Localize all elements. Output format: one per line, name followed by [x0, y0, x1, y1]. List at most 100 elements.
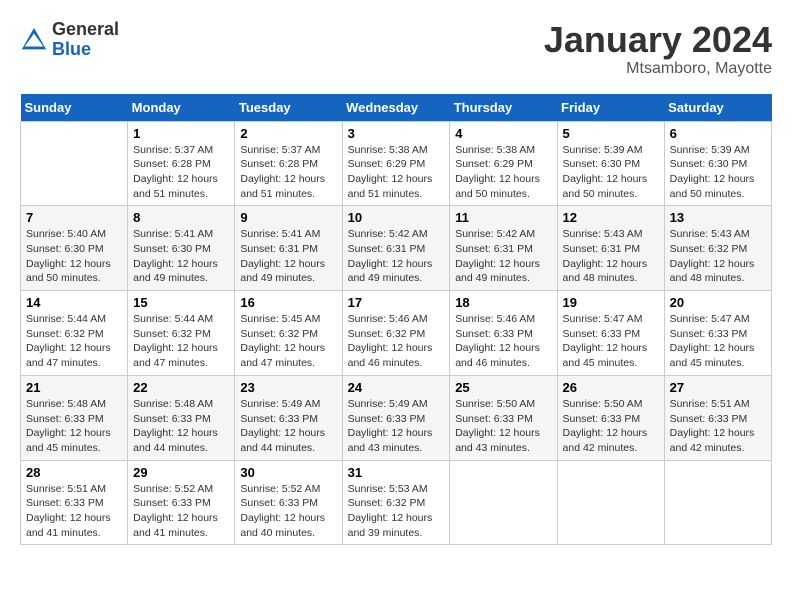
day-number: 18: [455, 295, 551, 310]
day-number: 23: [240, 380, 336, 395]
day-number: 11: [455, 210, 551, 225]
logo-text: General Blue: [52, 20, 119, 60]
calendar-cell: 8Sunrise: 5:41 AM Sunset: 6:30 PM Daylig…: [128, 206, 235, 291]
col-header-thursday: Thursday: [450, 94, 557, 122]
day-number: 21: [26, 380, 122, 395]
day-info: Sunrise: 5:47 AM Sunset: 6:33 PM Dayligh…: [563, 312, 659, 371]
calendar-cell: 3 Sunrise: 5:38 AM Sunset: 6:29 PM Daylig…: [342, 121, 450, 206]
day-info: Sunrise: 5:40 AM Sunset: 6:30 PM Dayligh…: [26, 227, 122, 286]
logo-icon: [20, 26, 48, 54]
day-info: Sunrise: 5:49 AM Sunset: 6:33 PM Dayligh…: [348, 397, 445, 456]
day-number: 30: [240, 465, 336, 480]
calendar-cell: 31 Sunrise: 5:53 AM Sunset: 6:32 PM Dayli…: [342, 460, 450, 545]
day-number: 24: [348, 380, 445, 395]
day-info: Sunrise: 5:39 AM Sunset: 6:30 PM Dayligh…: [670, 143, 766, 202]
day-number: 2: [240, 126, 336, 141]
day-info: Sunrise: 5:46 AM Sunset: 6:32 PM Dayligh…: [348, 312, 445, 371]
day-info: Sunrise: 5:44 AM Sunset: 6:32 PM Dayligh…: [26, 312, 122, 371]
calendar-cell: 25 Sunrise: 5:50 AM Sunset: 6:33 PM Dayli…: [450, 375, 557, 460]
calendar-cell: 27 Sunrise: 5:51 AM Sunset: 6:33 PM Dayli…: [664, 375, 771, 460]
calendar-cell: 6 Sunrise: 5:39 AM Sunset: 6:30 PM Daylig…: [664, 121, 771, 206]
day-info: Sunrise: 5:44 AM Sunset: 6:32 PM Dayligh…: [133, 312, 229, 371]
logo-general: General: [52, 20, 119, 40]
header-row: SundayMondayTuesdayWednesdayThursdayFrid…: [21, 94, 772, 122]
calendar-cell: 4 Sunrise: 5:38 AM Sunset: 6:29 PM Daylig…: [450, 121, 557, 206]
day-info: Sunrise: 5:38 AM Sunset: 6:29 PM Dayligh…: [455, 143, 551, 202]
calendar-cell: 9Sunrise: 5:41 AM Sunset: 6:31 PM Daylig…: [235, 206, 342, 291]
col-header-saturday: Saturday: [664, 94, 771, 122]
calendar-cell: 20 Sunrise: 5:47 AM Sunset: 6:33 PM Dayli…: [664, 291, 771, 376]
day-number: 5: [563, 126, 659, 141]
day-info: Sunrise: 5:50 AM Sunset: 6:33 PM Dayligh…: [455, 397, 551, 456]
month-title: January 2024: [544, 20, 772, 60]
day-number: 13: [670, 210, 766, 225]
week-row-2: 7 Sunrise: 5:40 AM Sunset: 6:30 PM Daylig…: [21, 206, 772, 291]
calendar-cell: 7 Sunrise: 5:40 AM Sunset: 6:30 PM Daylig…: [21, 206, 128, 291]
day-info: Sunrise: 5:42 AM Sunset: 6:31 PM Dayligh…: [455, 227, 551, 286]
day-number: 15: [133, 295, 229, 310]
day-info: Sunrise: 5:38 AM Sunset: 6:29 PM Dayligh…: [348, 143, 445, 202]
calendar-cell: 2 Sunrise: 5:37 AM Sunset: 6:28 PM Daylig…: [235, 121, 342, 206]
day-info: Sunrise: 5:51 AM Sunset: 6:33 PM Dayligh…: [670, 397, 766, 456]
day-info: Sunrise: 5:53 AM Sunset: 6:32 PM Dayligh…: [348, 482, 445, 541]
day-info: Sunrise: 5:50 AM Sunset: 6:33 PM Dayligh…: [563, 397, 659, 456]
day-number: 10: [348, 210, 445, 225]
day-number: 7: [26, 210, 122, 225]
day-number: 27: [670, 380, 766, 395]
day-number: 14: [26, 295, 122, 310]
day-number: 25: [455, 380, 551, 395]
calendar-cell: [450, 460, 557, 545]
day-info: Sunrise: 5:37 AM Sunset: 6:28 PM Dayligh…: [240, 143, 336, 202]
logo: General Blue: [20, 20, 119, 60]
col-header-monday: Monday: [128, 94, 235, 122]
calendar-cell: 21 Sunrise: 5:48 AM Sunset: 6:33 PM Dayli…: [21, 375, 128, 460]
week-row-5: 28 Sunrise: 5:51 AM Sunset: 6:33 PM Dayli…: [21, 460, 772, 545]
day-info: Sunrise: 5:45 AM Sunset: 6:32 PM Dayligh…: [240, 312, 336, 371]
day-info: Sunrise: 5:37 AM Sunset: 6:28 PM Dayligh…: [133, 143, 229, 202]
calendar-cell: 29Sunrise: 5:52 AM Sunset: 6:33 PM Dayli…: [128, 460, 235, 545]
title-section: January 2024 Mtsamboro, Mayotte: [544, 20, 772, 78]
day-info: Sunrise: 5:43 AM Sunset: 6:32 PM Dayligh…: [670, 227, 766, 286]
day-number: 19: [563, 295, 659, 310]
calendar-cell: [557, 460, 664, 545]
calendar-cell: 12Sunrise: 5:43 AM Sunset: 6:31 PM Dayli…: [557, 206, 664, 291]
col-header-tuesday: Tuesday: [235, 94, 342, 122]
calendar-table: SundayMondayTuesdayWednesdayThursdayFrid…: [20, 94, 772, 546]
calendar-cell: [21, 121, 128, 206]
calendar-cell: 15 Sunrise: 5:44 AM Sunset: 6:32 PM Dayli…: [128, 291, 235, 376]
calendar-cell: 22Sunrise: 5:48 AM Sunset: 6:33 PM Dayli…: [128, 375, 235, 460]
calendar-cell: 18Sunrise: 5:46 AM Sunset: 6:33 PM Dayli…: [450, 291, 557, 376]
calendar-cell: 24 Sunrise: 5:49 AM Sunset: 6:33 PM Dayli…: [342, 375, 450, 460]
day-number: 31: [348, 465, 445, 480]
day-number: 6: [670, 126, 766, 141]
calendar-header: SundayMondayTuesdayWednesdayThursdayFrid…: [21, 94, 772, 122]
day-number: 28: [26, 465, 122, 480]
day-number: 9: [240, 210, 336, 225]
calendar-cell: 17 Sunrise: 5:46 AM Sunset: 6:32 PM Dayli…: [342, 291, 450, 376]
day-info: Sunrise: 5:42 AM Sunset: 6:31 PM Dayligh…: [348, 227, 445, 286]
day-number: 8: [133, 210, 229, 225]
calendar-cell: 11 Sunrise: 5:42 AM Sunset: 6:31 PM Dayli…: [450, 206, 557, 291]
calendar-cell: 10 Sunrise: 5:42 AM Sunset: 6:31 PM Dayli…: [342, 206, 450, 291]
day-number: 12: [563, 210, 659, 225]
calendar-cell: 5Sunrise: 5:39 AM Sunset: 6:30 PM Daylig…: [557, 121, 664, 206]
day-info: Sunrise: 5:51 AM Sunset: 6:33 PM Dayligh…: [26, 482, 122, 541]
day-number: 4: [455, 126, 551, 141]
week-row-1: 1Sunrise: 5:37 AM Sunset: 6:28 PM Daylig…: [21, 121, 772, 206]
day-info: Sunrise: 5:48 AM Sunset: 6:33 PM Dayligh…: [26, 397, 122, 456]
calendar-cell: 16Sunrise: 5:45 AM Sunset: 6:32 PM Dayli…: [235, 291, 342, 376]
page-header: General Blue January 2024 Mtsamboro, May…: [20, 20, 772, 78]
week-row-3: 14 Sunrise: 5:44 AM Sunset: 6:32 PM Dayli…: [21, 291, 772, 376]
day-info: Sunrise: 5:49 AM Sunset: 6:33 PM Dayligh…: [240, 397, 336, 456]
logo-blue: Blue: [52, 40, 119, 60]
day-number: 3: [348, 126, 445, 141]
col-header-friday: Friday: [557, 94, 664, 122]
day-info: Sunrise: 5:47 AM Sunset: 6:33 PM Dayligh…: [670, 312, 766, 371]
col-header-wednesday: Wednesday: [342, 94, 450, 122]
calendar-cell: [664, 460, 771, 545]
week-row-4: 21 Sunrise: 5:48 AM Sunset: 6:33 PM Dayli…: [21, 375, 772, 460]
day-number: 17: [348, 295, 445, 310]
day-number: 20: [670, 295, 766, 310]
day-info: Sunrise: 5:48 AM Sunset: 6:33 PM Dayligh…: [133, 397, 229, 456]
day-number: 29: [133, 465, 229, 480]
